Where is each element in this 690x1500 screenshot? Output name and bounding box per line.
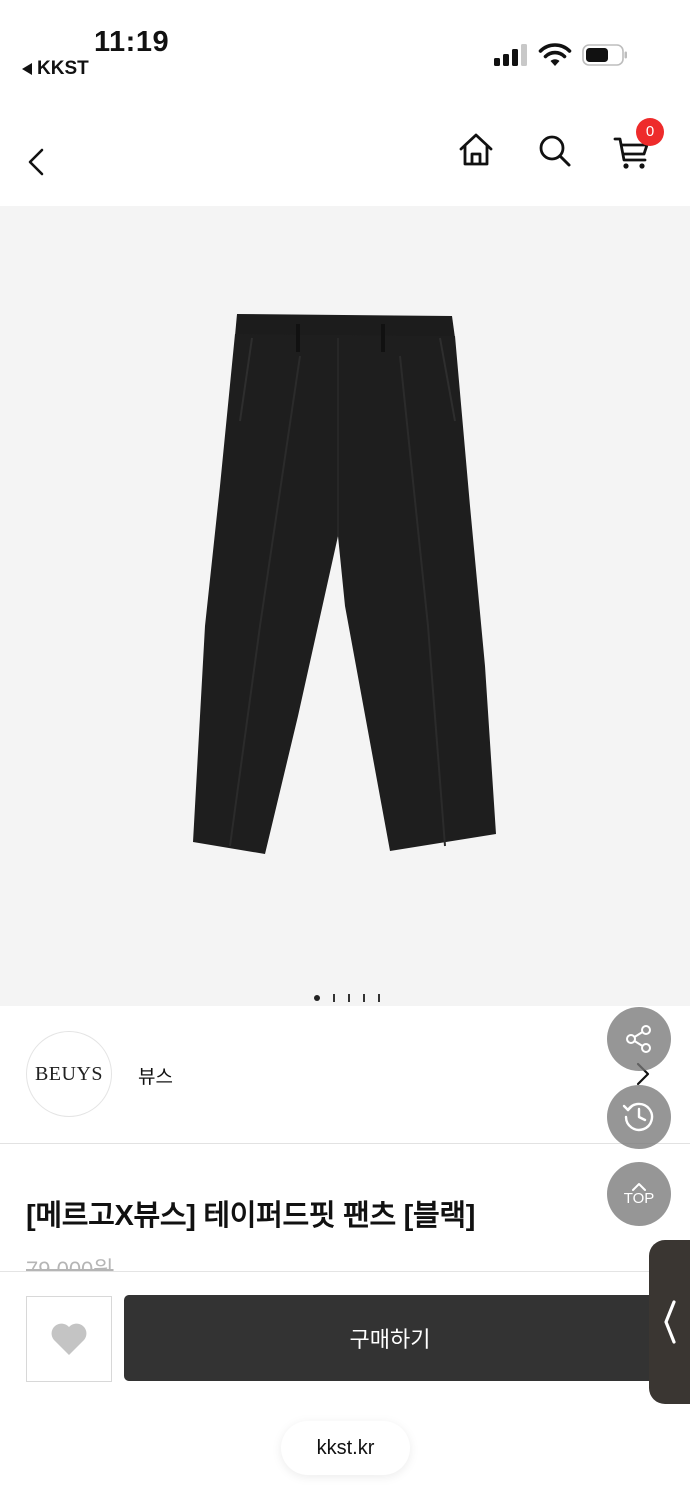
heart-icon <box>51 1323 87 1355</box>
product-price: 79,000원 <box>26 1257 114 1272</box>
back-to-app-link[interactable]: KKST <box>22 58 89 80</box>
cellular-signal-icon <box>494 44 528 66</box>
top-label: TOP <box>623 1189 655 1207</box>
carousel-dot[interactable] <box>363 994 365 1002</box>
side-drawer-handle[interactable] <box>649 1240 690 1404</box>
brand-logo-text: BEUYS <box>34 1062 104 1085</box>
back-app-label: KKST <box>37 58 89 79</box>
back-arrow-icon[interactable] <box>22 142 50 182</box>
share-icon <box>626 1025 651 1053</box>
product-title: [메르고X뷰스] 테이퍼드핏 팬츠 [블랙] <box>26 1200 476 1232</box>
browser-url-pill[interactable]: kkst.kr <box>281 1421 410 1475</box>
history-icon <box>622 1102 654 1132</box>
carousel-dot[interactable] <box>348 994 350 1002</box>
back-triangle-icon <box>22 63 32 75</box>
wishlist-button[interactable] <box>26 1296 112 1382</box>
status-bar: 11:19 KKST <box>0 0 690 100</box>
carousel-dot-active[interactable] <box>314 995 320 1001</box>
product-image-pants <box>193 314 496 854</box>
carousel-dot[interactable] <box>333 994 335 1002</box>
brand-row[interactable]: BEUYS 뷰스 <box>0 1006 690 1144</box>
home-icon[interactable] <box>456 130 496 170</box>
buy-button[interactable]: 구매하기 <box>124 1295 664 1381</box>
recent-history-button[interactable] <box>607 1085 671 1149</box>
carousel-indicators <box>0 991 690 1005</box>
status-time: 11:19 <box>94 26 170 58</box>
top-nav: 0 <box>0 100 690 206</box>
search-icon[interactable] <box>536 132 574 170</box>
wifi-icon <box>538 43 572 66</box>
brand-logo[interactable]: BEUYS <box>26 1031 112 1117</box>
share-button[interactable] <box>607 1007 671 1071</box>
cart-count-badge: 0 <box>636 118 664 146</box>
scroll-top-button[interactable]: TOP <box>607 1162 671 1226</box>
product-image-carousel[interactable] <box>0 206 690 1006</box>
carousel-dot[interactable] <box>378 994 380 1002</box>
battery-icon <box>582 44 627 66</box>
brand-name[interactable]: 뷰스 <box>138 1062 173 1089</box>
chevron-left-icon <box>663 1300 676 1344</box>
